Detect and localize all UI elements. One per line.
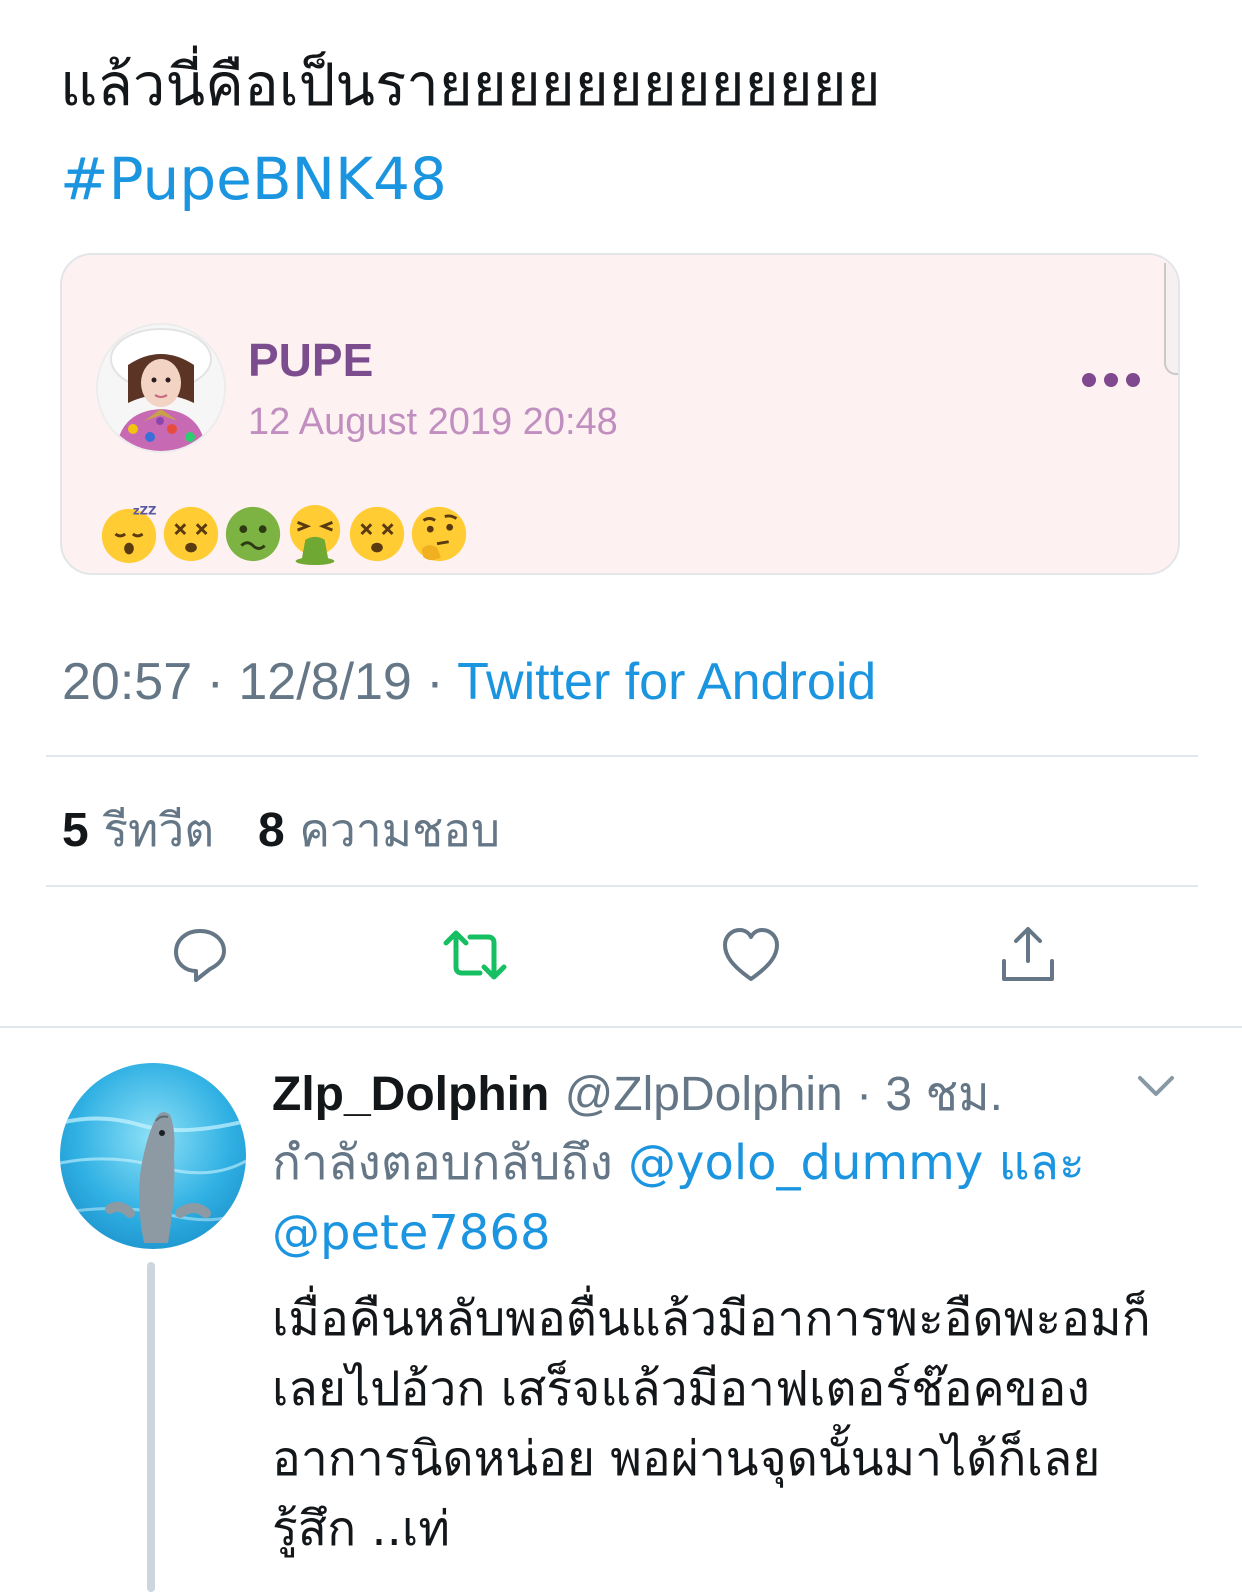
retweet-button[interactable] — [440, 920, 510, 990]
share-icon — [1002, 927, 1054, 981]
tweet-body: แล้วนี่คือเป็นรายยยยยยยยยยยยย — [60, 51, 881, 119]
reply-icon — [174, 929, 226, 982]
reply-author-handle[interactable]: @ZlpDolphin — [565, 1068, 843, 1121]
divider — [46, 755, 1198, 757]
heart-icon — [723, 928, 779, 981]
thinking-face-icon — [411, 506, 467, 562]
thread-line — [147, 1262, 155, 1592]
mention-conjunction: และ — [998, 1135, 1085, 1191]
tweet-stats: 5 รีทวีต 8 ความชอบ — [62, 794, 500, 867]
tweet-date: 12/8/19 — [238, 653, 412, 711]
tweet-time: 20:57 — [62, 653, 193, 711]
dizzy-face-icon — [163, 506, 219, 562]
separator: · — [411, 653, 458, 711]
like-label: ความชอบ — [299, 803, 501, 857]
retweet-count: 5 — [62, 804, 89, 857]
mention-link[interactable]: @yolo_dummy — [628, 1135, 983, 1191]
action-bar — [0, 920, 1242, 990]
share-button[interactable] — [993, 920, 1063, 990]
like-count: 8 — [257, 804, 285, 857]
replying-to-prefix: กำลังตอบกลับถึง — [272, 1135, 613, 1191]
chevron-down-icon[interactable] — [1136, 1072, 1176, 1100]
svg-text:zZZ: zZZ — [133, 504, 157, 518]
reply-button[interactable] — [165, 920, 235, 990]
reply-avatar[interactable] — [60, 1063, 246, 1249]
separator: · — [192, 653, 239, 711]
sleeping-face-icon: zZZ — [101, 504, 157, 564]
replying-to: กำลังตอบกลับถึง @yolo_dummy และ @pete786… — [272, 1128, 1152, 1268]
quoted-post-date: 12 August 2019 20:48 — [248, 401, 618, 443]
reply-time: 3 ชม. — [885, 1068, 1003, 1121]
retweets-stat[interactable]: 5 รีทวีต — [62, 803, 214, 857]
card-edge — [1164, 263, 1178, 375]
likes-stat[interactable]: 8 ความชอบ — [258, 803, 500, 857]
avatar — [96, 323, 226, 453]
tweet-text: แล้วนี่คือเป็นรายยยยยยยยยยยยย #PupeBNK48 — [60, 38, 1190, 226]
divider — [0, 1026, 1242, 1028]
reply-author-name[interactable]: Zlp_Dolphin — [272, 1068, 549, 1121]
separator: · — [842, 1068, 886, 1121]
source-link[interactable]: Twitter for Android — [457, 653, 876, 711]
reply-text: เมื่อคืนหลับพอตื่นแล้วมีอาการพะอืดพะอมก็… — [272, 1291, 1151, 1557]
emoji-row: zZZ — [98, 503, 470, 565]
quoted-post-card[interactable]: PUPE 12 August 2019 20:48 zZZ — [60, 253, 1180, 575]
divider — [46, 885, 1198, 887]
hashtag-link[interactable]: #PupeBNK48 — [60, 132, 1190, 226]
vomiting-face-icon — [289, 504, 341, 565]
dizzy-face-icon — [349, 506, 405, 562]
retweet-label: รีทวีต — [103, 803, 215, 857]
quoted-author-name: PUPE — [248, 334, 374, 386]
reply-header: Zlp_Dolphin @ZlpDolphin · 3 ชม. — [272, 1056, 1003, 1132]
retweet-icon — [443, 930, 507, 980]
nauseated-face-icon — [225, 506, 281, 562]
tweet-metadata: 20:57 · 12/8/19 · Twitter for Android — [62, 652, 876, 712]
like-button[interactable] — [716, 920, 786, 990]
mention-link[interactable]: @pete7868 — [272, 1205, 551, 1261]
more-options-icon[interactable] — [1082, 373, 1140, 387]
